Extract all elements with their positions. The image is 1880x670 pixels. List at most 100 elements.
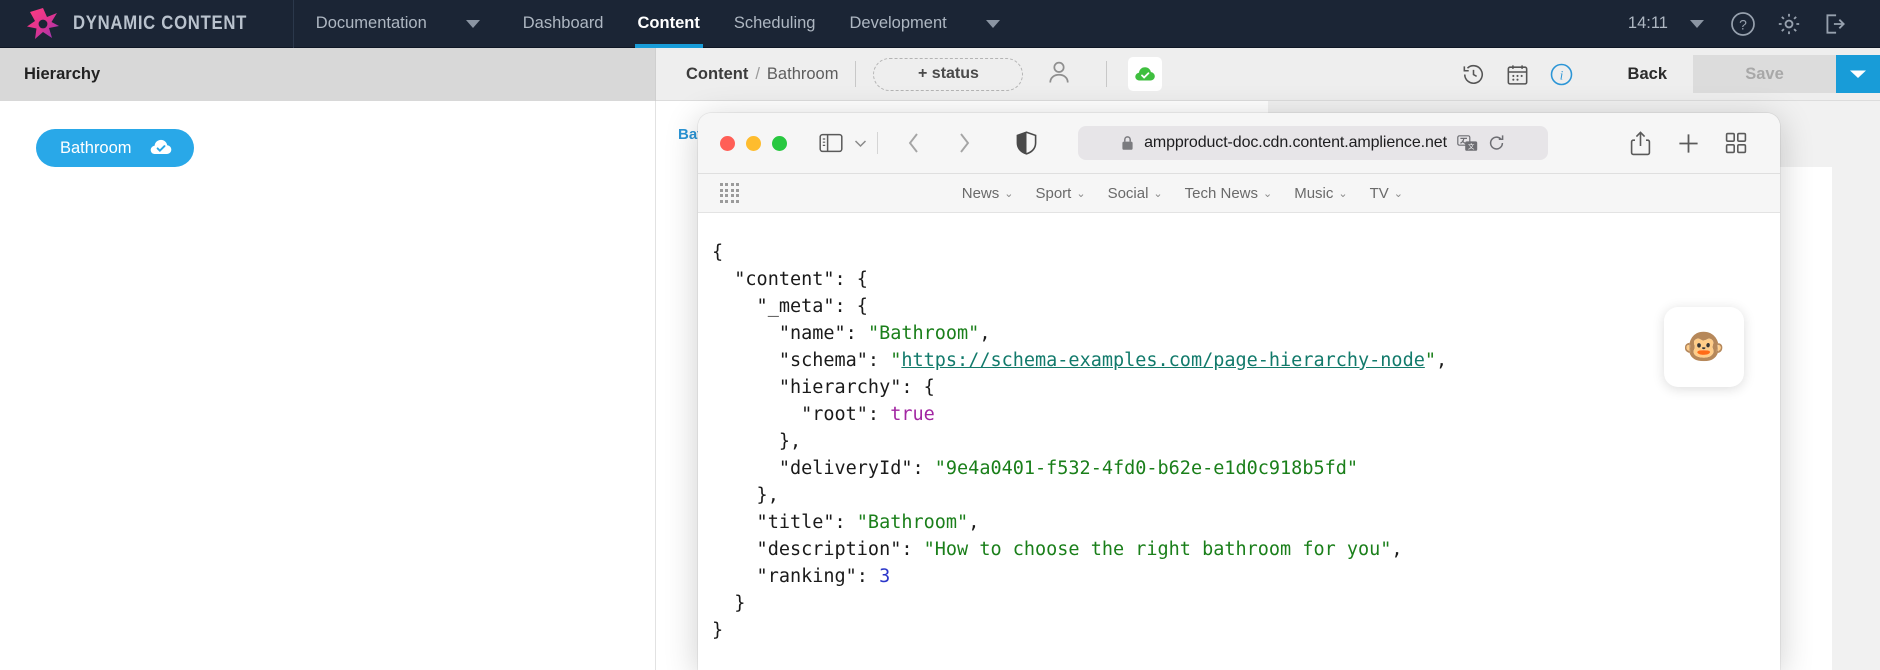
bookmark-tv[interactable]: TV ⌄ <box>1370 185 1403 202</box>
json-line-2: "content": { <box>712 269 868 290</box>
zoom-window-button[interactable] <box>772 135 787 151</box>
address-bar[interactable]: ampproduct-doc.cdn.content.amplience.net… <box>1078 126 1548 160</box>
chevron-down-icon-sport: ⌄ <box>1076 187 1086 200</box>
calendar-icon <box>1507 64 1528 85</box>
browser-back-button[interactable] <box>896 123 932 163</box>
sidebar-dropdown-button[interactable] <box>849 123 871 163</box>
top-navigation-right: 14:11 ? <box>1628 0 1880 48</box>
app-root: DYNAMIC CONTENT Documentation Dashboard … <box>0 0 1880 670</box>
browser-toolbar-right <box>1616 123 1760 163</box>
json-line-12-value: "How to choose the right bathroom for yo… <box>923 539 1392 560</box>
json-line-9-key: "deliveryId": <box>712 458 935 479</box>
breadcrumb-leaf: Bathroom <box>766 64 839 83</box>
nav-dropdown-documentation[interactable]: Documentation <box>294 0 444 48</box>
cloud-check-icon-node <box>148 136 174 161</box>
sidebar-toggle-button[interactable] <box>813 123 849 163</box>
bookmark-sport[interactable]: Sport ⌄ <box>1035 185 1085 202</box>
brand-area[interactable]: DYNAMIC CONTENT <box>0 0 294 48</box>
monkey-face-icon: 🐵 <box>1682 327 1726 367</box>
user-outline-icon <box>1049 61 1070 83</box>
bookmark-music-label: Music <box>1294 184 1334 202</box>
bookmark-sport-label: Sport <box>1035 184 1072 202</box>
nav-tab-content[interactable]: Content <box>621 0 717 48</box>
publish-status-badge[interactable] <box>1128 57 1163 91</box>
minimize-window-button[interactable] <box>746 135 761 151</box>
chevron-down-icon-tech-news: ⌄ <box>1263 187 1273 200</box>
divider-2 <box>1106 61 1108 87</box>
nav-tab-scheduling[interactable]: Scheduling <box>717 0 833 48</box>
save-button[interactable]: Save <box>1693 55 1836 93</box>
json-line-7-value: true <box>890 404 935 425</box>
chevron-down-icon-tv: ⌄ <box>1393 187 1403 200</box>
chevron-down-icon-social: ⌄ <box>1153 187 1163 200</box>
json-line-12-key: "description": <box>712 539 924 560</box>
bookmark-music[interactable]: Music ⌄ <box>1294 185 1347 202</box>
breadcrumb: Content / Bathroom <box>656 65 838 84</box>
nav-tab-dashboard-label: Dashboard <box>522 14 604 32</box>
top-navigation-bar: DYNAMIC CONTENT Documentation Dashboard … <box>0 0 1880 48</box>
close-window-button[interactable] <box>720 135 735 151</box>
chevron-down-icon-clock <box>1690 19 1704 28</box>
sub-header-bar: Hierarchy Content / Bathroom + status i … <box>0 47 1880 101</box>
chevron-down-icon-music: ⌄ <box>1338 187 1348 200</box>
json-line-5-key: "schema": <box>712 350 891 371</box>
privacy-report-button[interactable] <box>1008 123 1044 163</box>
chevron-down-icon-save <box>1850 70 1866 78</box>
json-line-4-key: "name": <box>712 323 868 344</box>
tab-overview-button[interactable] <box>1712 123 1760 163</box>
add-status-button[interactable]: + status <box>873 57 1024 91</box>
json-line-4-value: "Bathroom" <box>867 323 980 344</box>
svg-text:文: 文 <box>1468 141 1475 150</box>
new-tab-button[interactable] <box>1664 123 1712 163</box>
assignee-button[interactable] <box>1045 58 1073 91</box>
breadcrumb-root[interactable]: Content <box>686 65 748 84</box>
bookmark-tech-news-label: Tech News <box>1184 184 1258 202</box>
json-line-7-key: "root": <box>712 404 891 425</box>
chevron-down-icon-documentation[interactable] <box>465 19 480 28</box>
json-line-3: "_meta": { <box>712 296 868 317</box>
share-button[interactable] <box>1616 123 1664 163</box>
tab-grid-icon <box>1725 132 1747 154</box>
browser-forward-button[interactable] <box>946 123 982 163</box>
json-line-13-key: "ranking": <box>712 566 880 587</box>
version-history-button[interactable] <box>1452 48 1496 101</box>
hierarchy-node-bathroom[interactable]: Bathroom <box>36 129 194 167</box>
history-clock-icon <box>1463 64 1484 84</box>
bookmark-tech-news[interactable]: Tech News ⌄ <box>1185 185 1273 202</box>
settings-button[interactable] <box>1766 0 1812 48</box>
monkey-emoji-widget[interactable]: 🐵 <box>1664 307 1744 387</box>
bookmark-social[interactable]: Social ⌄ <box>1108 185 1163 202</box>
json-line-11-comma: , <box>968 512 980 533</box>
schedule-button[interactable] <box>1496 48 1540 101</box>
sidebar-toggle-icon <box>819 133 843 153</box>
save-dropdown-button[interactable] <box>1836 55 1880 93</box>
chevron-down-icon-more[interactable] <box>985 19 1000 28</box>
plus-icon <box>1678 133 1698 153</box>
lock-icon <box>1122 136 1133 150</box>
json-line-13-value: 3 <box>879 566 891 587</box>
apps-grid-icon[interactable] <box>720 183 740 203</box>
bookmark-news[interactable]: News ⌄ <box>962 185 1014 202</box>
hierarchy-tree-panel: Bathroom <box>0 101 656 670</box>
chevron-left-icon <box>908 133 918 153</box>
question-circle-icon: ? <box>1731 11 1755 36</box>
back-button-label: Back <box>1627 64 1667 83</box>
json-line-5-link[interactable]: https://schema-examples.com/page-hierarc… <box>901 350 1424 371</box>
back-button[interactable]: Back <box>1584 65 1693 84</box>
info-button[interactable]: i <box>1540 48 1584 101</box>
nav-tab-development[interactable]: Development <box>832 0 963 48</box>
json-line-15: } <box>712 620 724 641</box>
brand-name: DYNAMIC CONTENT <box>73 12 248 34</box>
json-line-9-value: "9e4a0401-f532-4fd0-b62e-e1d0c918b5fd" <box>934 458 1359 479</box>
logout-button[interactable] <box>1812 0 1858 48</box>
json-line-5-comma: , <box>1435 350 1448 371</box>
json-line-6: "hierarchy": { <box>712 377 935 398</box>
window-traffic-lights <box>720 135 787 151</box>
reload-icon <box>1489 135 1504 150</box>
logout-icon <box>1826 13 1845 34</box>
clock-dropdown[interactable] <box>1674 0 1720 48</box>
translate-icon: 文 <box>1457 134 1478 151</box>
nav-tab-dashboard[interactable]: Dashboard <box>506 0 621 48</box>
help-button[interactable]: ? <box>1720 0 1766 48</box>
add-status-label: + status <box>918 65 979 82</box>
